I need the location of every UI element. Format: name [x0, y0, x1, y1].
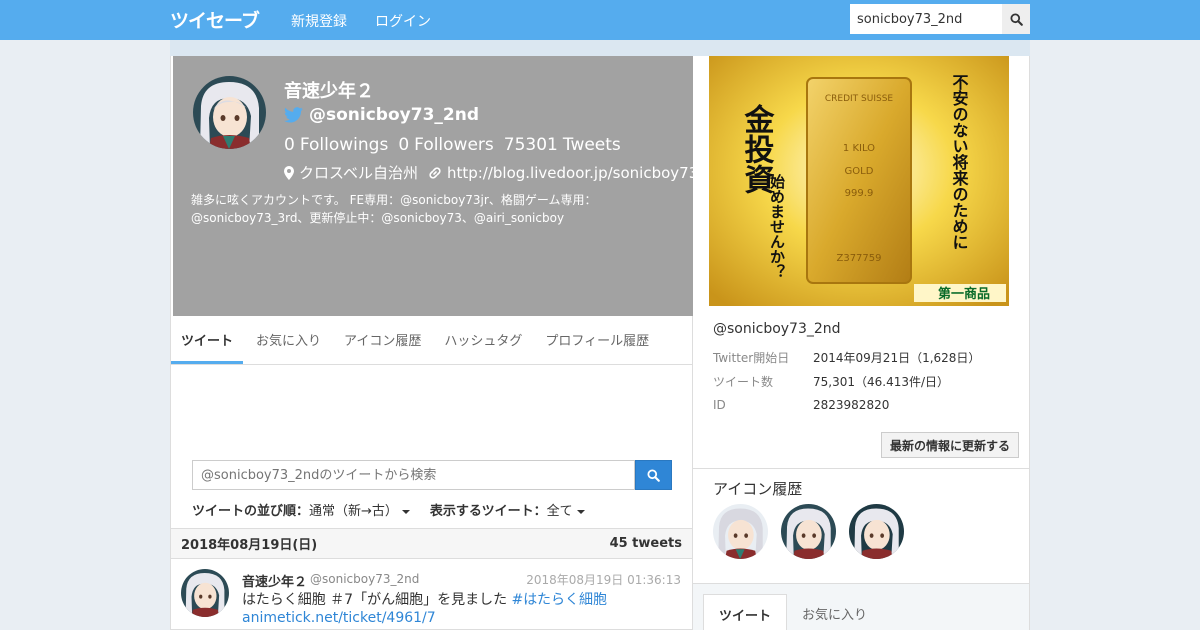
avatar[interactable]	[181, 569, 229, 617]
tweet-author-handle[interactable]: @sonicboy73_2nd	[310, 572, 419, 586]
ad-bar-brand: CREDIT SUISSE	[825, 94, 894, 104]
date-header-date[interactable]: 2018年08月19日(日)	[181, 534, 317, 553]
profile-url[interactable]: http://blog.livedoor.jp/sonicboy73	[428, 164, 698, 182]
profile-handle-text: @sonicboy73_2nd	[309, 105, 479, 125]
header-search-input[interactable]	[850, 4, 1002, 34]
site-logo[interactable]: ツイセーブ	[170, 7, 260, 32]
top-navbar: ツイセーブ 新規登録 ログイン	[0, 0, 1200, 40]
tweet-timestamp[interactable]: 2018年08月19日 01:36:13	[526, 571, 681, 588]
info-key: ID	[713, 398, 726, 412]
ad-bar-purity: 999.9	[845, 188, 874, 199]
icon-history-title: アイコン履歴	[713, 480, 803, 498]
profile-stats: 0 Followings 0 Followers 75301 Tweets	[284, 135, 621, 155]
ad-right-text: 不安のない将来のために	[950, 74, 970, 250]
search-icon	[1009, 12, 1023, 26]
tab-hashtags[interactable]: ハッシュタグ	[434, 316, 532, 364]
tab-profile-history[interactable]: プロフィール履歴	[535, 316, 659, 364]
ad-bar-weight: 1 KILO	[843, 143, 875, 154]
sidebar: CREDIT SUISSE 1 KILO GOLD 999.9 Z377759 …	[693, 56, 1030, 630]
sort-controls: ツイートの並び順：通常（新→古） 表示するツイート：全て	[192, 500, 585, 519]
update-info-button[interactable]: 最新の情報に更新する	[881, 432, 1019, 458]
ad-left-sub: 始めませんか？	[768, 173, 786, 279]
icon-history-item[interactable]	[849, 504, 904, 559]
search-icon	[647, 468, 660, 482]
sort-order-dropdown[interactable]: ツイートの並び順：通常（新→古）	[192, 500, 410, 519]
profile-location: クロスベル自治州	[284, 162, 418, 183]
tweets-stat[interactable]: 75301 Tweets	[504, 135, 621, 155]
tweet-search-button[interactable]	[635, 460, 672, 490]
info-value: 2014年09月21日（1,628日）	[813, 350, 981, 365]
tweet-author-name[interactable]: 音速少年２	[242, 571, 307, 590]
divider	[693, 468, 1029, 469]
info-value: 2823982820	[813, 398, 890, 412]
account-info: Twitter開始日 2014年09月21日（1,628日） ツイート数 75,…	[713, 345, 980, 417]
map-marker-icon	[284, 165, 294, 180]
profile-tabs: ツイート お気に入り アイコン履歴 ハッシュタグ プロフィール履歴	[171, 316, 692, 365]
profile-name: 音速少年２	[284, 81, 374, 102]
avatar	[193, 76, 266, 149]
tweet-text: はたらく細胞 ＃7「がん細胞」を見ました #はたらく細胞 animetick.n…	[242, 592, 607, 626]
chevron-down-icon	[576, 509, 585, 514]
tweet-item: 音速少年２ @sonicboy73_2nd 2018年08月19日 01:36:…	[171, 559, 692, 630]
icon-history-item[interactable]	[781, 504, 836, 559]
tab-tweets[interactable]: ツイート	[171, 316, 244, 364]
profile-meta: クロスベル自治州 http://blog.livedoor.jp/sonicbo…	[284, 162, 698, 183]
tweet-search	[192, 460, 672, 490]
followings-stat[interactable]: 0 Followings	[284, 135, 388, 155]
chevron-down-icon	[401, 509, 410, 514]
info-key: ツイート数	[713, 374, 774, 389]
main-column: 音速少年２ @sonicboy73_2nd 0 Followings 0 Follo…	[170, 56, 698, 630]
profile-handle: @sonicboy73_2nd	[284, 105, 479, 125]
icon-history-item[interactable]	[713, 504, 768, 559]
ad-bar-gold: GOLD	[845, 166, 874, 177]
sidebar-tabs: ツイート お気に入り	[703, 594, 882, 630]
icon-history-list	[713, 504, 904, 559]
display-filter-dropdown[interactable]: 表示するツイート：全て	[430, 500, 585, 519]
info-row: Twitter開始日 2014年09月21日（1,628日）	[713, 345, 980, 369]
date-header: 2018年08月19日(日) 45 tweets	[171, 528, 692, 559]
twitter-bird-icon	[284, 107, 303, 123]
ad-company: 第一商品	[938, 286, 990, 302]
header-search	[850, 4, 1030, 34]
link-icon	[429, 166, 441, 179]
info-key: Twitter開始日	[713, 350, 790, 365]
sub-header-strip	[170, 40, 1030, 56]
signup-link[interactable]: 新規登録	[291, 11, 347, 31]
tab-favorites[interactable]: お気に入り	[246, 316, 331, 364]
header-search-button[interactable]	[1002, 4, 1030, 34]
info-row: ツイート数 75,301（46.413件/日）	[713, 369, 980, 393]
followers-stat[interactable]: 0 Followers	[398, 135, 493, 155]
tab-icon-history[interactable]: アイコン履歴	[334, 316, 431, 364]
ad-banner[interactable]: CREDIT SUISSE 1 KILO GOLD 999.9 Z377759 …	[709, 56, 1009, 306]
ad-bar-serial: Z377759	[836, 253, 881, 264]
sidebar-tab-favorites[interactable]: お気に入り	[787, 594, 882, 630]
tweet-search-input[interactable]	[192, 460, 635, 490]
profile-header: 音速少年２ @sonicboy73_2nd 0 Followings 0 Follo…	[173, 56, 698, 316]
login-link[interactable]: ログイン	[375, 11, 431, 31]
sidebar-tab-tweets[interactable]: ツイート	[703, 594, 788, 630]
info-row: ID 2823982820	[713, 393, 980, 417]
info-value: 75,301（46.413件/日）	[813, 374, 950, 389]
date-header-count: 45 tweets	[609, 536, 682, 551]
profile-bio: 雑多に呟くアカウントです。 FE専用：@sonicboy73jr、格闘ゲーム専用…	[191, 193, 597, 225]
sidebar-handle: @sonicboy73_2nd	[713, 321, 841, 337]
